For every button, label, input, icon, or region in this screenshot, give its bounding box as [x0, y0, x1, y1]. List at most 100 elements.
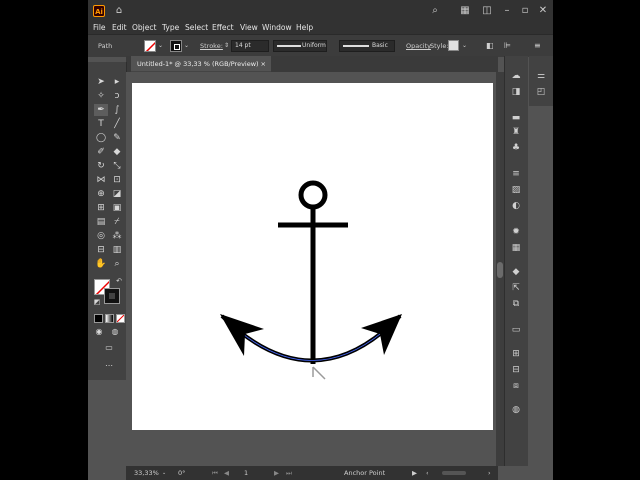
document-tab[interactable]: Untitled-1* @ 33,33 % (RGB/Preview) × [131, 56, 271, 72]
next-artboard-icon[interactable]: ▶ [274, 466, 279, 480]
close-icon[interactable]: ✕ [536, 4, 550, 18]
workspace-icon[interactable]: ◫ [480, 4, 494, 18]
graphic-style-swatch[interactable] [448, 40, 459, 51]
stroke-label[interactable]: Stroke: [200, 35, 223, 57]
anchor-left-fluke[interactable] [220, 314, 264, 356]
menu-help[interactable]: Help [296, 22, 313, 34]
align-icon[interactable]: ⊫ [504, 35, 511, 57]
direct-selection-tool-icon[interactable]: ▸ [110, 76, 124, 88]
pathfinder-panel-icon[interactable]: ⧈ [509, 380, 523, 392]
shaper-tool-icon[interactable]: ✐ [94, 146, 108, 158]
opacity-label[interactable]: Opacity [406, 35, 431, 57]
hand-tool-icon[interactable]: ✋ [94, 258, 108, 270]
perspective-grid-tool-icon[interactable]: ⊞ [94, 202, 108, 214]
color-mode-icon[interactable] [94, 314, 103, 323]
recolor-icon[interactable]: ◧ [486, 35, 494, 57]
menu-select[interactable]: Select [185, 22, 208, 34]
gradient-mode-icon[interactable] [105, 314, 114, 323]
menu-type[interactable]: Type [162, 22, 179, 34]
menu-view[interactable]: View [240, 22, 258, 34]
anchor-right-fluke[interactable] [361, 314, 402, 355]
artboard-tool-icon[interactable]: ⊟ [94, 244, 108, 256]
brush-definition[interactable]: Basic [339, 40, 395, 52]
line-segment-tool-icon[interactable]: ╱ [110, 118, 124, 130]
brushes-panel-icon[interactable]: ♜ [509, 126, 523, 138]
pen-tool-icon[interactable]: ✒ [94, 104, 108, 116]
transparency-panel-icon[interactable]: ◐ [509, 200, 523, 212]
export-panel-icon[interactable]: ⇱ [509, 282, 523, 294]
artboard-number[interactable]: 1 [244, 466, 248, 480]
vertical-scrollbar[interactable] [496, 72, 504, 466]
gradient-panel-icon[interactable]: ▨ [509, 184, 523, 196]
color-guide-panel-icon[interactable]: ▬ [509, 112, 523, 124]
last-artboard-icon[interactable]: ⏭ [286, 466, 292, 480]
lasso-tool-icon[interactable]: ↄ [110, 90, 124, 102]
live-paint-tool-icon[interactable]: ◪ [110, 188, 124, 200]
control-menu-icon[interactable]: ≡ [534, 35, 541, 57]
magic-wand-tool-icon[interactable]: ✧ [94, 90, 108, 102]
scroll-left-icon[interactable]: ‹ [426, 466, 429, 480]
rotation-value[interactable]: 0° [178, 466, 185, 480]
anchor-artwork[interactable] [132, 83, 493, 430]
tab-close-icon[interactable]: × [261, 56, 266, 72]
menu-edit[interactable]: Edit [112, 22, 127, 34]
appearance-panel-icon[interactable]: ✹ [509, 226, 523, 238]
search-icon[interactable]: ⌕ [428, 4, 442, 18]
draw-mode-icon[interactable]: ◍ [108, 326, 122, 338]
scale-tool-icon[interactable]: ⤡ [110, 160, 124, 172]
paintbrush-tool-icon[interactable]: ✎ [110, 132, 124, 144]
eraser-tool-icon[interactable]: ◆ [110, 146, 124, 158]
previous-artboard-icon[interactable]: ◀ [224, 466, 229, 480]
stroke-color-box[interactable] [104, 288, 120, 304]
swatches-panel-icon[interactable]: ⚌ [534, 70, 548, 82]
arrange-documents-icon[interactable]: ▦ [458, 4, 472, 18]
stroke-panel-icon[interactable]: ≡ [509, 168, 523, 180]
width-tool-icon[interactable]: ⋈ [94, 174, 108, 186]
column-graph-tool-icon[interactable]: ▥ [110, 244, 124, 256]
zoom-dropdown-icon[interactable]: ⌄ [162, 466, 166, 480]
draw-normal-icon[interactable]: ◉ [92, 326, 106, 338]
symbols-panel-icon[interactable]: ♣ [509, 142, 523, 154]
graphic-styles-panel-icon[interactable]: ▦ [509, 242, 523, 254]
edit-toolbar-icon[interactable]: ⋯ [102, 360, 116, 372]
first-artboard-icon[interactable]: ⏮ [212, 466, 218, 480]
ellipse-tool-icon[interactable]: ◯ [94, 132, 108, 144]
horizontal-scroll-thumb[interactable] [442, 471, 466, 475]
selection-tool-icon[interactable]: ➤ [94, 76, 108, 88]
type-tool-icon[interactable]: T [94, 118, 108, 130]
variable-width-profile[interactable]: Uniform [273, 40, 327, 52]
rotate-tool-icon[interactable]: ↻ [94, 160, 108, 172]
default-fill-stroke-icon[interactable]: ◩ [90, 296, 104, 308]
menu-file[interactable]: File [93, 22, 106, 34]
vertical-scroll-thumb[interactable] [497, 262, 503, 278]
style-dropdown-icon[interactable]: ⌄ [462, 35, 467, 57]
swap-fill-stroke-icon[interactable]: ↶ [112, 275, 126, 287]
gradient-tool-icon[interactable]: ▤ [94, 216, 108, 228]
none-mode-icon[interactable] [116, 314, 125, 323]
mesh-tool-icon[interactable]: ▣ [110, 202, 124, 214]
transform-panel-icon[interactable]: ⊞ [509, 348, 523, 360]
scroll-right-icon[interactable]: › [488, 466, 491, 480]
screen-mode-icon[interactable]: ▭ [102, 342, 116, 354]
menu-object[interactable]: Object [132, 22, 156, 34]
stroke-weight-field[interactable]: 14 pt [231, 40, 269, 52]
stroke-swatch[interactable] [170, 40, 182, 52]
symbol-sprayer-tool-icon[interactable]: ⁂ [110, 230, 124, 242]
status-play-icon[interactable]: ▶ [412, 466, 417, 480]
layers-panel-icon[interactable]: ◆ [509, 266, 523, 278]
align-panel-icon[interactable]: ⊟ [509, 364, 523, 376]
eyedropper-tool-icon[interactable]: ⌿ [110, 216, 124, 228]
menu-window[interactable]: Window [262, 22, 292, 34]
anchor-ring[interactable] [298, 180, 328, 210]
zoom-tool-icon[interactable]: ⌕ [110, 258, 124, 270]
stroke-dropdown-icon[interactable]: ⌄ [184, 35, 189, 57]
minimize-icon[interactable]: – [500, 4, 514, 18]
properties-panel-icon[interactable]: ◨ [509, 86, 523, 98]
home-icon[interactable]: ⌂ [112, 4, 126, 18]
info-panel-icon[interactable]: ◰ [534, 86, 548, 98]
artboards-panel-icon[interactable]: ⧉ [509, 298, 523, 310]
navigator-panel-icon[interactable]: ◍ [509, 404, 523, 416]
free-transform-tool-icon[interactable]: ⊡ [110, 174, 124, 186]
fill-dropdown-icon[interactable]: ⌄ [158, 35, 163, 57]
fill-swatch[interactable] [144, 40, 156, 52]
